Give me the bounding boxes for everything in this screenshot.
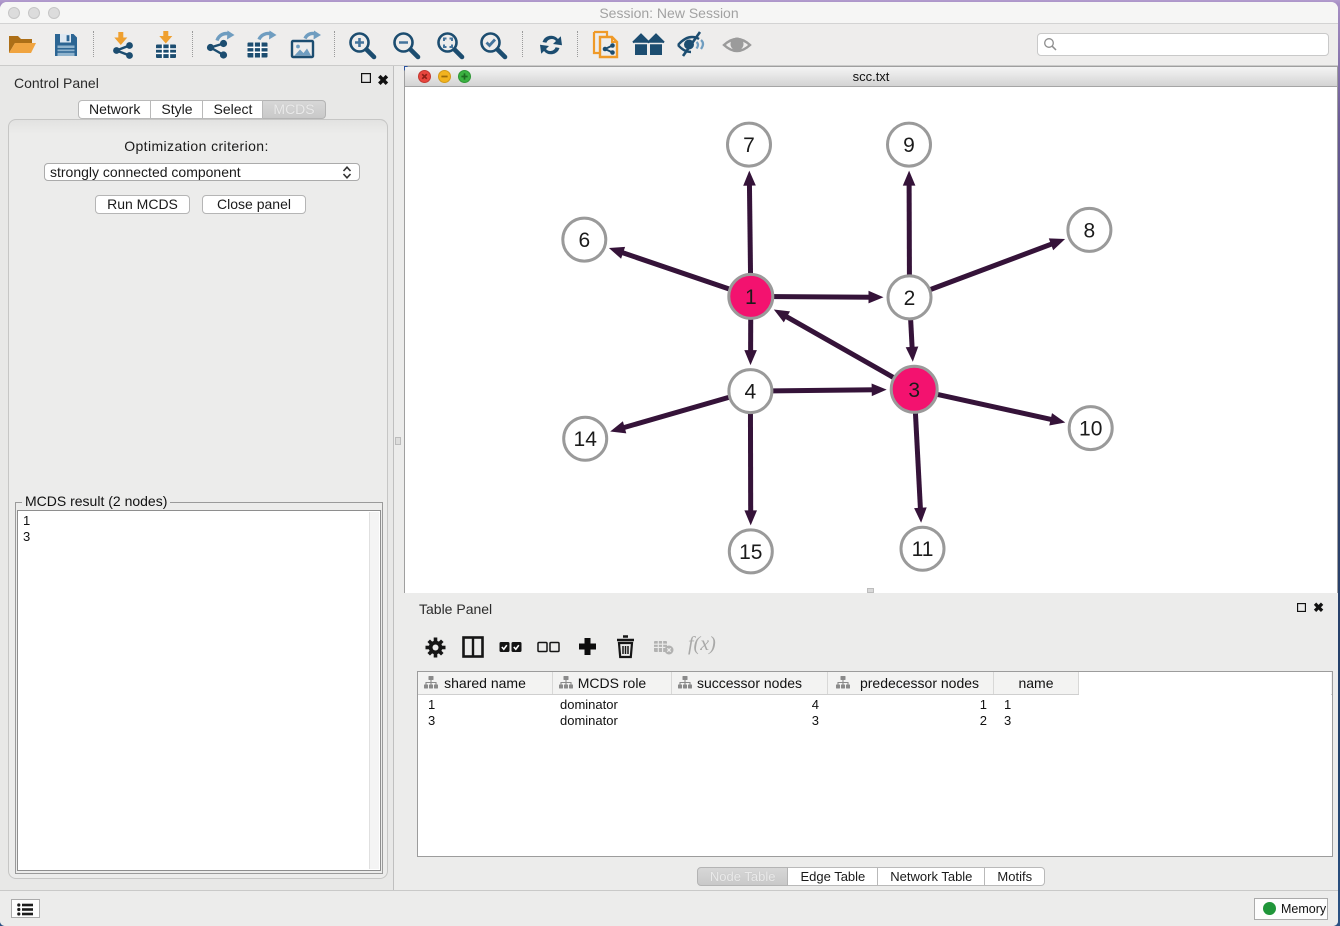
svg-text:15: 15 [739, 541, 762, 564]
svg-text:2: 2 [904, 287, 916, 310]
svg-text:11: 11 [912, 538, 934, 561]
svg-text:6: 6 [578, 229, 590, 252]
svg-text:9: 9 [903, 134, 915, 157]
svg-text:4: 4 [745, 381, 757, 404]
svg-text:10: 10 [1079, 418, 1102, 441]
svg-text:14: 14 [574, 428, 598, 451]
svg-text:3: 3 [908, 379, 920, 402]
svg-text:8: 8 [1084, 219, 1096, 242]
svg-text:7: 7 [743, 134, 755, 157]
svg-text:1: 1 [745, 286, 757, 309]
